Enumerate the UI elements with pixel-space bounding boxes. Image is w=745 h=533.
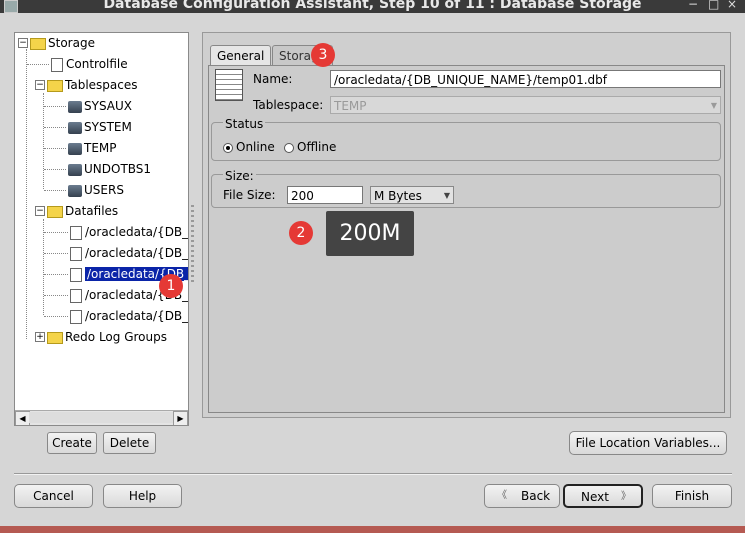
tablespace-select: TEMP ▼ <box>330 96 721 114</box>
tablespace-label: Tablespace: <box>253 98 324 112</box>
annotation-tooltip: 200M <box>326 211 414 256</box>
file-location-variables-button[interactable]: File Location Variables... <box>569 431 727 455</box>
chevron-down-icon: ▼ <box>443 191 450 200</box>
tablespace-icon <box>68 142 82 155</box>
tablespace-icon <box>68 163 82 176</box>
scroll-thumb[interactable] <box>29 412 174 423</box>
tab-general[interactable]: General <box>210 45 272 66</box>
file-icon <box>70 288 82 303</box>
online-radio[interactable]: Online <box>223 140 275 154</box>
tree-label-datafiles: Datafiles <box>65 204 119 218</box>
offline-radio[interactable]: Offline <box>284 140 336 154</box>
tree-label-tablespaces: Tablespaces <box>65 78 138 92</box>
tree-node-datafile[interactable]: /oracledata/{DB_ <box>70 244 188 262</box>
maximize-icon[interactable]: □ <box>708 0 719 11</box>
tree-node-tablespace[interactable]: TEMP <box>68 139 117 157</box>
tree-label-redo: Redo Log Groups <box>65 330 167 344</box>
file-icon <box>51 57 63 72</box>
tree-label: /oracledata/{DB_ <box>85 246 189 260</box>
next-button[interactable]: Next 》 <box>563 484 643 508</box>
expand-icon[interactable]: + <box>35 332 45 342</box>
tree-node-tablespace[interactable]: SYSAUX <box>68 97 132 115</box>
tree-label: SYSTEM <box>84 120 132 134</box>
desktop-strip <box>0 526 745 533</box>
cancel-button[interactable]: Cancel <box>14 484 93 508</box>
file-icon <box>70 309 82 324</box>
folder-icon <box>30 37 46 50</box>
general-tab-content: Name: /oracledata/{DB_UNIQUE_NAME}/temp0… <box>208 65 725 413</box>
file-icon <box>70 246 82 261</box>
annotation-badge-1: 1 <box>159 274 183 298</box>
horizontal-scrollbar[interactable]: ◀ ▶ <box>15 410 188 425</box>
folder-icon <box>47 79 63 92</box>
tree-label-storage: Storage <box>48 36 95 50</box>
tablespace-icon <box>68 100 82 113</box>
folder-icon <box>47 331 63 344</box>
storage-tree[interactable]: − Storage Controlfile − Tablespaces SYSA… <box>14 32 189 426</box>
tree-node-tablespace[interactable]: USERS <box>68 181 124 199</box>
next-arrow-icon: 》 <box>621 491 631 502</box>
next-label: Next <box>581 490 609 504</box>
tablespace-icon <box>68 184 82 197</box>
status-label: Status <box>223 117 266 131</box>
unit-value: M Bytes <box>374 189 422 203</box>
file-icon <box>70 225 82 240</box>
tree-label: /oracledata/{DB_ <box>85 225 189 239</box>
close-icon[interactable]: × <box>727 0 737 11</box>
tablespace-icon <box>68 121 82 134</box>
minimize-icon[interactable]: − <box>688 0 698 11</box>
offline-label: Offline <box>297 140 337 154</box>
chevron-down-icon: ▼ <box>710 101 717 110</box>
annotation-badge-2: 2 <box>289 221 313 245</box>
tree-label: UNDOTBS1 <box>84 162 152 176</box>
collapse-icon[interactable]: − <box>35 206 45 216</box>
delete-button[interactable]: Delete <box>103 432 156 454</box>
tree-label: /oracledata/{DB_ <box>85 309 189 323</box>
splitter-handle[interactable] <box>191 205 194 285</box>
create-button[interactable]: Create <box>47 432 97 454</box>
tree-node-datafile[interactable]: /oracledata/{DB_ <box>70 223 188 241</box>
radio-icon[interactable] <box>284 142 294 153</box>
tablespace-value: TEMP <box>334 99 367 113</box>
collapse-icon[interactable]: − <box>35 80 45 90</box>
collapse-icon[interactable]: − <box>18 38 28 48</box>
properties-panel: General Storage Name: /oracledata/{DB_UN… <box>202 32 731 418</box>
radio-selected-icon[interactable] <box>223 142 233 153</box>
tree-node-controlfile[interactable]: Controlfile <box>51 55 128 73</box>
scroll-left-icon[interactable]: ◀ <box>15 411 30 425</box>
title-bar: Database Configuration Assistant, Step 1… <box>0 0 745 13</box>
help-button[interactable]: Help <box>103 484 182 508</box>
online-label: Online <box>236 140 275 154</box>
file-size-label: File Size: <box>223 188 276 202</box>
back-button[interactable]: 《 Back <box>484 484 560 508</box>
tree-node-tablespace[interactable]: SYSTEM <box>68 118 132 136</box>
size-group-label: Size: <box>223 169 256 183</box>
finish-button[interactable]: Finish <box>652 484 732 508</box>
tree-label: TEMP <box>84 141 117 155</box>
tree-label: SYSAUX <box>84 99 132 113</box>
file-size-input[interactable]: 200 <box>287 186 363 204</box>
folder-icon <box>47 205 63 218</box>
tree-node-tablespace[interactable]: UNDOTBS1 <box>68 160 151 178</box>
tree-node-datafile[interactable]: /oracledata/{DB_ <box>70 307 188 325</box>
datafile-icon <box>215 69 243 101</box>
separator <box>14 473 732 475</box>
back-arrow-icon: 《 <box>497 490 507 501</box>
tree-label-controlfile: Controlfile <box>66 57 128 71</box>
unit-select[interactable]: M Bytes ▼ <box>370 186 454 204</box>
scroll-right-icon[interactable]: ▶ <box>173 411 188 425</box>
file-icon <box>70 267 82 282</box>
tree-label: USERS <box>84 183 124 197</box>
annotation-badge-3: 3 <box>311 43 335 67</box>
name-field[interactable]: /oracledata/{DB_UNIQUE_NAME}/temp01.dbf <box>330 70 721 88</box>
back-label: Back <box>521 489 551 503</box>
name-label: Name: <box>253 72 293 86</box>
window-title: Database Configuration Assistant, Step 1… <box>103 0 642 12</box>
